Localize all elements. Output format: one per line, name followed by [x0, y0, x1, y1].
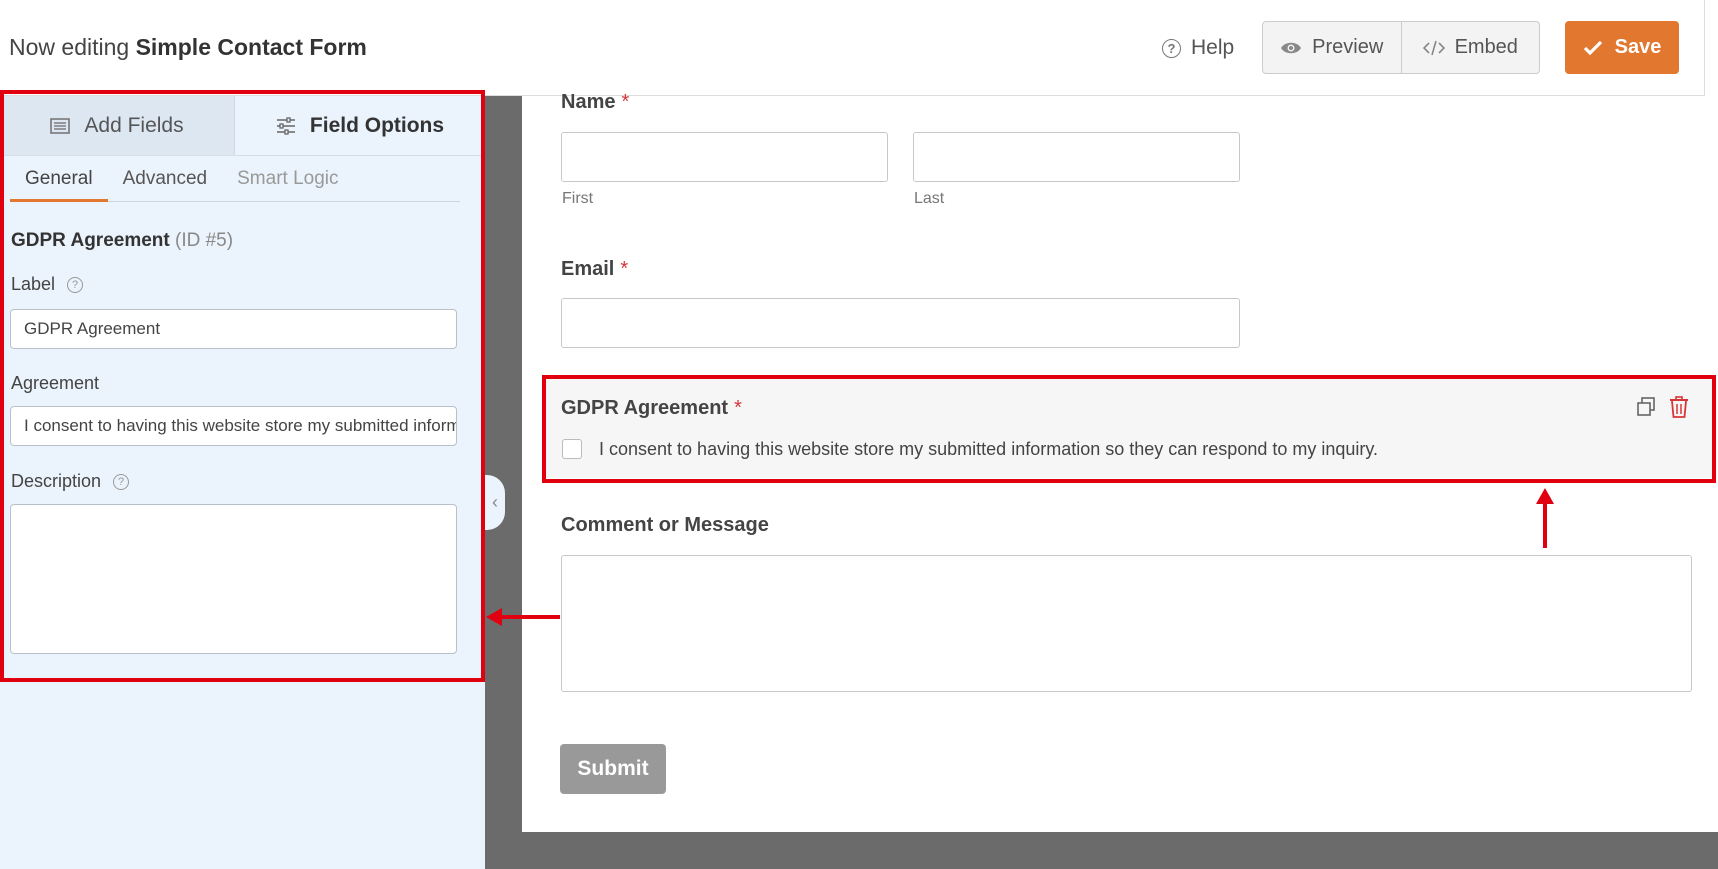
name-label-text: Name [561, 91, 616, 113]
required-marker: * [620, 258, 629, 280]
save-label: Save [1614, 36, 1662, 58]
email-input[interactable] [561, 298, 1240, 348]
highlight-gdpr-box [542, 375, 1716, 483]
annotation-arrow-up-head [1536, 488, 1554, 504]
topbar-edge [1704, 0, 1718, 96]
help-icon: ? [1162, 38, 1181, 58]
help-label: Help [1191, 36, 1235, 59]
editing-prefix: Now editing [9, 34, 130, 60]
preview-embed-group: Preview Embed [1262, 21, 1540, 74]
first-name-input[interactable] [561, 132, 888, 182]
comment-label-text: Comment or Message [561, 514, 769, 536]
help-link[interactable]: ? Help [1162, 36, 1234, 60]
eye-icon [1281, 42, 1302, 53]
email-label-text: Email [561, 258, 615, 280]
preview-label: Preview [1312, 36, 1384, 58]
highlight-sidebar-box [0, 90, 485, 682]
comment-textarea[interactable] [561, 555, 1692, 692]
page-title: Now editing Simple Contact Form [9, 34, 367, 61]
form-name: Simple Contact Form [135, 34, 367, 60]
top-bar: Now editing Simple Contact Form ? Help P… [0, 0, 1718, 96]
sidebar-collapse-handle[interactable]: ‹ [485, 475, 505, 530]
annotation-arrow-left-head [486, 608, 502, 626]
first-sublabel: First [562, 190, 594, 207]
submit-button[interactable]: Submit [560, 744, 666, 794]
chevron-left-icon: ‹ [492, 492, 498, 512]
embed-label: Embed [1454, 36, 1518, 58]
embed-button[interactable]: Embed [1400, 22, 1540, 73]
preview-button[interactable]: Preview [1263, 22, 1401, 73]
code-icon [1422, 40, 1445, 55]
save-button[interactable]: Save [1565, 21, 1679, 74]
check-icon [1583, 40, 1602, 55]
comment-field-label: Comment or Message [561, 514, 769, 537]
last-sublabel: Last [914, 190, 945, 207]
last-name-input[interactable] [913, 132, 1240, 182]
required-marker: * [621, 91, 630, 113]
email-field-label: Email * [561, 258, 628, 281]
annotation-arrow-up [1543, 500, 1547, 548]
name-field-label: Name * [561, 91, 629, 114]
